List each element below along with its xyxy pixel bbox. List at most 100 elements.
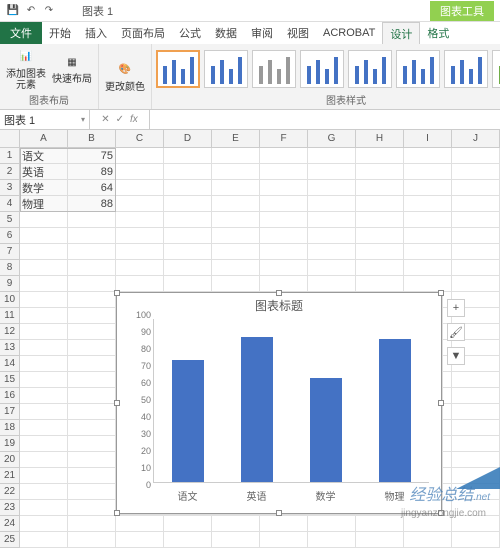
cell[interactable] <box>164 212 212 227</box>
cell[interactable] <box>20 388 68 403</box>
cell[interactable] <box>452 260 500 275</box>
cell[interactable] <box>404 260 452 275</box>
cell[interactable] <box>164 148 212 163</box>
resize-handle-e[interactable] <box>438 400 444 406</box>
cell[interactable] <box>68 228 116 243</box>
cell[interactable] <box>260 516 308 531</box>
col-header-A[interactable]: A <box>20 130 68 147</box>
col-header-E[interactable]: E <box>212 130 260 147</box>
cell[interactable] <box>260 196 308 211</box>
cell[interactable] <box>164 516 212 531</box>
cell[interactable] <box>260 532 308 547</box>
cell[interactable] <box>68 404 116 419</box>
enter-icon[interactable]: ✓ <box>116 114 124 125</box>
cell[interactable] <box>260 148 308 163</box>
chart-style-7[interactable] <box>444 50 488 88</box>
col-header-D[interactable]: D <box>164 130 212 147</box>
cell[interactable] <box>164 244 212 259</box>
name-box[interactable]: 图表 1 ▾ <box>0 110 90 129</box>
cell[interactable] <box>356 532 404 547</box>
cancel-icon[interactable]: ✕ <box>101 114 109 125</box>
cell[interactable] <box>68 244 116 259</box>
chart-bar[interactable] <box>172 360 204 482</box>
cell[interactable] <box>116 276 164 291</box>
cell[interactable] <box>356 180 404 195</box>
chart-plus-button[interactable]: + <box>447 299 465 317</box>
cell[interactable] <box>20 516 68 531</box>
cell[interactable] <box>20 436 68 451</box>
cell[interactable] <box>308 516 356 531</box>
cell[interactable]: 语文 <box>20 148 68 163</box>
row-header-8[interactable]: 8 <box>0 260 19 276</box>
embedded-chart[interactable]: 图表标题 1009080706050403020100 语文英语数学物理 + 🖌… <box>116 292 442 514</box>
chevron-down-icon[interactable]: ▾ <box>81 115 85 124</box>
cell[interactable]: 英语 <box>20 164 68 179</box>
cell[interactable] <box>404 196 452 211</box>
resize-handle-ne[interactable] <box>438 290 444 296</box>
row-header-21[interactable]: 21 <box>0 468 19 484</box>
cell[interactable] <box>20 356 68 371</box>
cell[interactable] <box>452 420 500 435</box>
tab-page-layout[interactable]: 页面布局 <box>114 22 172 44</box>
cell[interactable] <box>20 452 68 467</box>
cell[interactable] <box>20 212 68 227</box>
chart-bar[interactable] <box>310 378 342 482</box>
formula-input[interactable] <box>150 110 500 129</box>
chart-title[interactable]: 图表标题 <box>117 293 441 318</box>
cell[interactable] <box>356 260 404 275</box>
cell[interactable] <box>404 228 452 243</box>
worksheet-grid[interactable]: ABCDEFGHIJ 12345678910111213141516171819… <box>0 130 500 523</box>
cell[interactable] <box>356 212 404 227</box>
cell[interactable] <box>212 244 260 259</box>
cell[interactable] <box>20 340 68 355</box>
cell[interactable] <box>68 532 116 547</box>
add-chart-element-button[interactable]: 📊 添加图表元素 <box>4 47 48 91</box>
redo-icon[interactable]: ↷ <box>42 4 56 18</box>
cell[interactable] <box>308 180 356 195</box>
cell[interactable] <box>404 164 452 179</box>
cell[interactable] <box>260 164 308 179</box>
tab-formulas[interactable]: 公式 <box>172 22 208 44</box>
cell[interactable] <box>212 532 260 547</box>
cell[interactable] <box>20 420 68 435</box>
cell[interactable] <box>212 180 260 195</box>
chart-style-3[interactable] <box>252 50 296 88</box>
cell[interactable] <box>308 532 356 547</box>
cell[interactable] <box>452 276 500 291</box>
cell[interactable]: 88 <box>68 196 116 211</box>
cell[interactable] <box>212 148 260 163</box>
cell[interactable] <box>116 244 164 259</box>
cell[interactable]: 物理 <box>20 196 68 211</box>
cell[interactable] <box>20 484 68 499</box>
cell[interactable] <box>116 180 164 195</box>
row-header-3[interactable]: 3 <box>0 180 19 196</box>
cell[interactable] <box>308 276 356 291</box>
chart-plot-area[interactable] <box>153 319 429 483</box>
cell[interactable]: 64 <box>68 180 116 195</box>
chart-style-2[interactable] <box>204 50 248 88</box>
quick-layout-button[interactable]: ▦ 快速布局 <box>50 52 94 85</box>
cell[interactable] <box>452 516 500 531</box>
cell[interactable] <box>164 196 212 211</box>
chart-style-5[interactable] <box>348 50 392 88</box>
cell[interactable] <box>212 164 260 179</box>
cell[interactable] <box>404 180 452 195</box>
cell[interactable] <box>68 372 116 387</box>
row-header-20[interactable]: 20 <box>0 452 19 468</box>
col-header-G[interactable]: G <box>308 130 356 147</box>
cell[interactable] <box>356 196 404 211</box>
chart-bar[interactable] <box>379 339 411 482</box>
cell[interactable] <box>212 260 260 275</box>
cell[interactable] <box>308 148 356 163</box>
chart-style-4[interactable] <box>300 50 344 88</box>
cell[interactable] <box>308 260 356 275</box>
cell[interactable] <box>260 180 308 195</box>
resize-handle-w[interactable] <box>114 400 120 406</box>
cell[interactable] <box>68 484 116 499</box>
chart-style-6[interactable] <box>396 50 440 88</box>
cell[interactable] <box>68 324 116 339</box>
row-header-9[interactable]: 9 <box>0 276 19 292</box>
cell[interactable] <box>260 276 308 291</box>
cell[interactable] <box>116 516 164 531</box>
cell[interactable] <box>20 532 68 547</box>
